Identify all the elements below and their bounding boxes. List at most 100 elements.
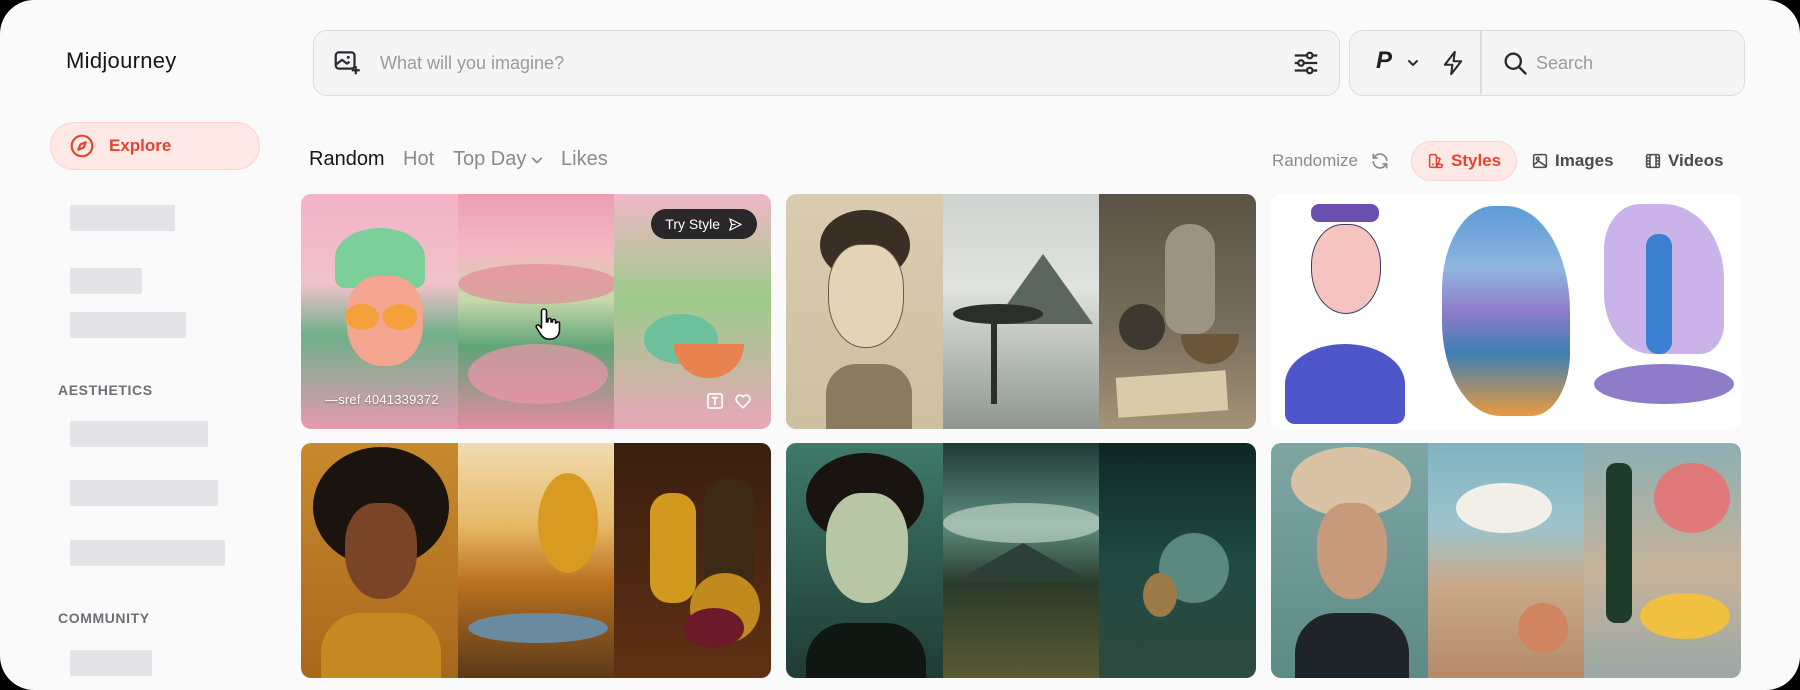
palette-icon	[1428, 153, 1444, 169]
app-logo[interactable]: Midjourney	[66, 48, 177, 74]
sidebar-item-placeholder[interactable]	[70, 205, 175, 231]
shoulders-shape	[826, 364, 912, 429]
tab-random[interactable]: Random	[309, 148, 385, 171]
sunglasses-shape	[1311, 204, 1379, 222]
add-image-icon[interactable]	[332, 48, 362, 78]
chevron-down-icon[interactable]	[1405, 55, 1421, 71]
prompt-bar	[313, 30, 1340, 96]
fruit-bowl-shape	[674, 344, 745, 378]
style-card[interactable]	[786, 194, 1256, 429]
vase-shape	[1165, 224, 1216, 334]
tab-label: Top Day	[453, 148, 527, 170]
section-label-community: COMMUNITY	[58, 610, 150, 626]
mountain-shape	[962, 543, 1083, 577]
heart-icon[interactable]	[733, 391, 753, 411]
egg-shape	[1143, 573, 1178, 617]
filter-label: Styles	[1451, 151, 1502, 170]
cloud-shape	[1455, 483, 1552, 533]
goggle-shape	[345, 304, 379, 330]
face-shape	[826, 493, 908, 603]
refresh-icon[interactable]	[1370, 151, 1390, 171]
style-card[interactable]	[786, 443, 1256, 678]
cloud-shape	[942, 503, 1100, 543]
tab-likes[interactable]: Likes	[561, 148, 608, 171]
style-preview-image	[786, 194, 943, 429]
tools-bar: P	[1349, 30, 1745, 96]
sidebar-item-placeholder[interactable]	[70, 421, 208, 447]
shirt-shape	[321, 613, 441, 678]
filter-label: Images	[1555, 151, 1614, 170]
style-preview-image	[942, 194, 1100, 429]
style-preview-image	[301, 443, 458, 678]
style-preview-image	[614, 443, 771, 678]
style-preview-image	[1271, 443, 1428, 678]
tree-shape	[537, 473, 598, 573]
personalize-toggle[interactable]: P	[1376, 47, 1392, 75]
randomize-button[interactable]: Randomize	[1272, 151, 1358, 171]
film-icon	[1645, 153, 1661, 169]
sidebar-item-placeholder[interactable]	[70, 480, 218, 506]
style-preview-image	[1427, 194, 1585, 429]
face-shape	[1311, 224, 1381, 314]
settings-sliders-icon[interactable]	[1291, 48, 1321, 78]
river-shape	[467, 613, 608, 643]
send-icon	[729, 217, 742, 231]
filter-label: Videos	[1668, 151, 1724, 170]
pine-shape	[952, 304, 1043, 324]
lightning-icon[interactable]	[1439, 49, 1467, 77]
scroll-shape	[1116, 370, 1229, 418]
sidebar-item-placeholder[interactable]	[70, 312, 186, 338]
sref-code[interactable]: —sref 4041339372	[325, 392, 439, 407]
try-style-label: Try Style	[665, 216, 720, 232]
pine-trunk-shape	[990, 314, 997, 404]
image-icon	[1532, 153, 1548, 169]
vase-shape	[1646, 234, 1673, 354]
filter-styles[interactable]: Styles	[1411, 141, 1518, 181]
hand-cursor-icon	[535, 308, 561, 340]
flowers-shape	[467, 344, 608, 404]
lemons-shape	[1640, 593, 1731, 639]
compass-icon	[70, 134, 94, 158]
tab-top-day[interactable]: Top Day	[453, 148, 544, 171]
section-label-aesthetics: AESTHETICS	[58, 382, 153, 398]
search-icon	[1504, 52, 1527, 75]
style-preview-image	[1271, 194, 1428, 429]
vase-shape	[650, 493, 697, 603]
app-window: Midjourney Explore AESTHETICS COMMUNITY	[0, 0, 1800, 690]
style-preview-image	[786, 443, 943, 678]
style-preview-image	[942, 443, 1100, 678]
style-card[interactable]	[1271, 194, 1741, 429]
sidebar-item-explore[interactable]: Explore	[50, 122, 260, 170]
flowers-shape	[1654, 463, 1731, 533]
sidebar-item-label: Explore	[109, 136, 172, 155]
sidebar-item-placeholder[interactable]	[70, 268, 142, 294]
pot-shape	[1119, 304, 1166, 350]
divider	[1480, 31, 1482, 94]
face-shape	[1317, 503, 1387, 599]
style-preview-image	[1099, 194, 1256, 429]
bottle-shape	[1606, 463, 1633, 623]
chevron-down-icon	[532, 157, 543, 164]
sweater-shape	[806, 623, 926, 678]
table-shape	[1594, 364, 1735, 404]
style-preview-image	[1584, 194, 1741, 429]
hill-shape	[457, 264, 615, 304]
sidebar: Midjourney Explore AESTHETICS COMMUNITY	[0, 0, 290, 690]
sidebar-item-placeholder[interactable]	[70, 540, 225, 566]
style-card[interactable]	[1271, 443, 1741, 678]
shirt-shape	[1285, 344, 1405, 424]
filter-videos[interactable]: Videos	[1629, 141, 1738, 181]
prompt-input[interactable]	[380, 43, 1260, 83]
suit-shape	[1295, 613, 1409, 678]
text-icon[interactable]	[705, 391, 725, 411]
style-card[interactable]	[301, 443, 771, 678]
sidebar-item-placeholder[interactable]	[70, 650, 152, 676]
style-preview-image	[1099, 443, 1256, 678]
filter-images[interactable]: Images	[1516, 141, 1629, 181]
style-preview-image	[1584, 443, 1741, 678]
tab-hot[interactable]: Hot	[403, 148, 434, 171]
face-shape	[345, 503, 417, 599]
search-input[interactable]	[1536, 45, 1726, 81]
try-style-button[interactable]: Try Style	[651, 209, 757, 239]
style-preview-image	[1427, 443, 1585, 678]
